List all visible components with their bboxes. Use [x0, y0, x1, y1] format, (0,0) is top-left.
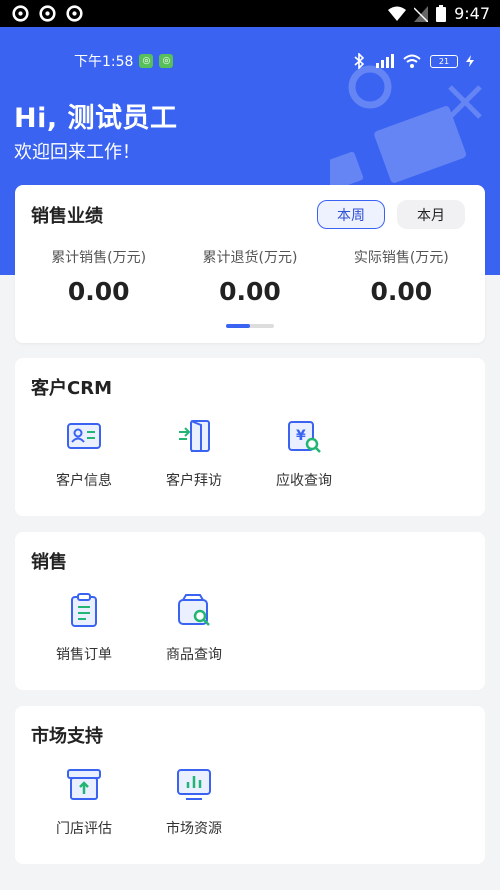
system-status-bar: 9:47 — [0, 0, 500, 27]
monitor-chart-icon — [177, 769, 211, 800]
stat-value: 0.00 — [219, 277, 281, 306]
wechat-icon: ◎ — [139, 54, 154, 68]
page-indicator — [226, 324, 274, 328]
stat-label: 累计销售(万元) — [51, 250, 147, 266]
store-icon — [67, 769, 101, 800]
market-resources-item[interactable]: 市场资源 — [139, 766, 249, 838]
stat-label: 累计退货(万元) — [202, 250, 298, 266]
store-evaluation-item[interactable]: 门店评估 — [29, 766, 139, 838]
receivable-search-icon: ¥ — [288, 421, 321, 453]
battery-indicator: 21 — [430, 54, 458, 68]
system-time: 9:47 — [454, 4, 490, 23]
greeting-title: Hi, 测试员工 — [14, 103, 178, 134]
item-label: 门店评估 — [56, 821, 112, 837]
item-label: 应收查询 — [276, 473, 332, 489]
customer-visit-item[interactable]: 客户拜访 — [139, 418, 249, 490]
wechat-icon: ◎ — [159, 54, 174, 68]
sales-order-item[interactable]: 销售订单 — [29, 592, 139, 664]
page-indicator-active — [226, 324, 250, 328]
this-month-button[interactable]: 本月 — [397, 200, 465, 229]
section-market-support: 市场支持 门店评估 市场资源 — [15, 706, 485, 864]
item-label: 销售订单 — [56, 647, 112, 663]
door-enter-icon — [179, 420, 210, 452]
clipboard-icon — [71, 593, 97, 627]
section-title: 市场支持 — [31, 726, 103, 747]
stat-label: 实际销售(万元) — [353, 250, 449, 266]
period-toggle: 本周 本月 — [317, 200, 465, 229]
card-title: 销售业绩 — [31, 206, 103, 227]
item-label: 客户拜访 — [166, 473, 222, 489]
charging-icon — [466, 55, 474, 67]
app-notification-icon — [39, 5, 56, 22]
no-signal-icon — [414, 5, 429, 22]
receivable-query-item[interactable]: ¥ 应收查询 — [249, 418, 359, 490]
embedded-phone-status: 下午1:58 ◎ ◎ 21 — [74, 51, 474, 71]
app-notification-icon — [66, 5, 83, 22]
item-label: 客户信息 — [56, 473, 112, 489]
stats-row: 累计销售(万元) 0.00 累计退货(万元) 0.00 实际销售(万元) 0.0… — [15, 247, 485, 306]
decorative-illustration — [330, 65, 482, 193]
stat-total-returns: 累计退货(万元) 0.00 — [180, 247, 320, 306]
product-search-icon — [178, 594, 210, 626]
bluetooth-icon — [354, 53, 365, 69]
customer-info-item[interactable]: 客户信息 — [29, 418, 139, 490]
item-label: 市场资源 — [166, 821, 222, 837]
item-label: 商品查询 — [166, 647, 222, 663]
phone-time: 下午1:58 — [74, 54, 134, 70]
id-card-icon — [67, 423, 101, 449]
signal-icon — [376, 54, 394, 68]
stat-value: 0.00 — [370, 277, 433, 306]
section-sales: 销售 销售订单 商品查询 — [15, 532, 485, 690]
stat-value: 0.00 — [67, 277, 130, 306]
sales-performance-card: 销售业绩 本周 本月 累计销售(万元) 0.00 累计退货(万元) 0.00 实… — [15, 185, 485, 343]
wifi-icon — [388, 6, 407, 21]
battery-icon — [436, 5, 447, 22]
section-crm: 客户CRM 客户信息 客户拜访 ¥ 应收查询 — [15, 358, 485, 516]
this-week-button[interactable]: 本周 — [317, 200, 385, 229]
product-query-item[interactable]: 商品查询 — [139, 592, 249, 664]
wifi-icon — [403, 54, 421, 68]
section-title: 客户CRM — [31, 378, 112, 399]
svg-text:¥: ¥ — [296, 428, 306, 444]
section-title: 销售 — [31, 552, 67, 573]
stat-total-sales: 累计销售(万元) 0.00 — [29, 247, 169, 306]
welcome-text: 欢迎回来工作！ — [14, 142, 140, 163]
stat-actual-sales: 实际销售(万元) 0.00 — [331, 247, 471, 306]
app-notification-icon — [12, 5, 29, 22]
